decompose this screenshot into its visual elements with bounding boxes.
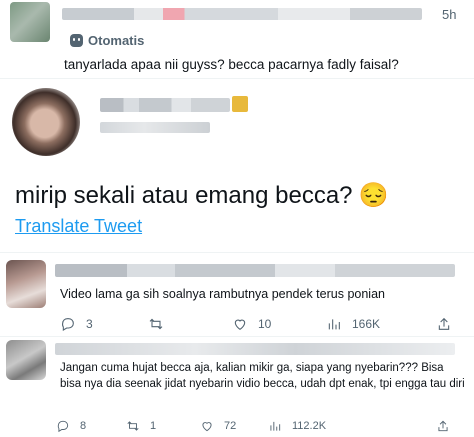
like-count: 10 bbox=[258, 317, 272, 331]
share-icon bbox=[438, 420, 448, 432]
author-name[interactable] bbox=[100, 98, 230, 112]
heart-icon bbox=[234, 319, 246, 330]
analytics-icon bbox=[270, 421, 281, 431]
retweet-icon bbox=[149, 318, 163, 330]
main-post-body: mirip sekali atau emang becca? bbox=[15, 181, 353, 209]
auto-label-row: Otomatis bbox=[70, 33, 144, 48]
heart-icon bbox=[202, 422, 212, 432]
retweet-button[interactable] bbox=[148, 316, 174, 332]
reply-avatar[interactable] bbox=[6, 260, 46, 308]
author-handle[interactable] bbox=[100, 122, 210, 133]
share-icon bbox=[438, 317, 450, 330]
reply-text: Video lama ga sih soalnya rambutnya pend… bbox=[60, 287, 385, 301]
verified-badge bbox=[232, 96, 248, 112]
reply-avatar[interactable] bbox=[6, 340, 46, 380]
context-post-time: 5h bbox=[442, 7, 457, 22]
reply-count: 3 bbox=[86, 317, 93, 331]
retweet-button[interactable]: 1 bbox=[126, 419, 156, 433]
context-avatar[interactable] bbox=[10, 2, 50, 42]
reply-author-name[interactable] bbox=[55, 264, 455, 277]
divider bbox=[0, 336, 474, 337]
comment-icon bbox=[62, 318, 74, 331]
reply-count: 8 bbox=[80, 420, 87, 432]
views-button[interactable]: 112.2K bbox=[268, 419, 326, 433]
context-post-text: tanyarlada apaa nii guyss? becca pacarny… bbox=[64, 57, 399, 72]
views-button[interactable]: 166K bbox=[326, 316, 380, 332]
reply-author-name[interactable] bbox=[55, 343, 455, 355]
pensive-emoji: 😔 bbox=[358, 182, 389, 209]
like-button[interactable]: 72 bbox=[200, 419, 236, 433]
translate-tweet-link[interactable]: Translate Tweet bbox=[15, 216, 142, 237]
analytics-icon bbox=[328, 319, 340, 330]
divider bbox=[0, 78, 474, 79]
context-author-name[interactable] bbox=[62, 8, 422, 20]
reply-button[interactable]: 8 bbox=[56, 419, 86, 433]
share-button[interactable] bbox=[436, 316, 452, 332]
reply-button[interactable]: 3 bbox=[60, 316, 93, 332]
view-count: 166K bbox=[352, 317, 381, 331]
auto-label: Otomatis bbox=[88, 33, 145, 48]
reply-text: Jangan cuma hujat becca aja, kalian miki… bbox=[60, 362, 465, 390]
divider bbox=[0, 252, 474, 253]
robot-icon bbox=[70, 34, 83, 47]
comment-icon bbox=[57, 420, 69, 433]
like-count: 72 bbox=[224, 420, 237, 432]
retweet-icon bbox=[127, 421, 139, 431]
main-post-text: mirip sekali atau emang becca? 😔 bbox=[15, 181, 388, 210]
retweet-count: 1 bbox=[150, 420, 157, 432]
like-button[interactable]: 10 bbox=[232, 316, 271, 332]
view-count: 112.2K bbox=[292, 420, 327, 432]
author-avatar[interactable] bbox=[12, 88, 80, 156]
share-button[interactable] bbox=[436, 419, 450, 433]
